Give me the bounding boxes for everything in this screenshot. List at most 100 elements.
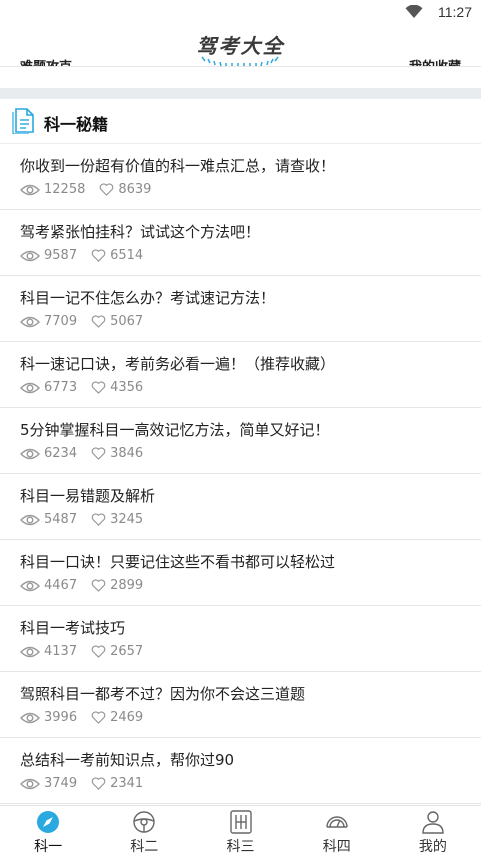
view-count: 12258 [44,182,86,197]
view-count-icon [20,250,40,261]
tab-1[interactable]: 科一 [0,806,96,856]
compass-icon [37,811,60,833]
like-count-icon [91,381,106,394]
like-count: 2899 [110,578,144,593]
article-row[interactable]: 科目一易错题及解析 5487 3245 [0,474,481,540]
like-count-icon [91,249,106,262]
likes-group: 3245 [91,512,143,527]
section-header: 科一秘籍 [0,99,481,144]
clock-time: 11:27 [438,4,472,20]
like-count: 8639 [118,182,152,197]
article-stats: 7709 5067 [20,314,143,329]
tab-5[interactable]: 我的 [385,806,481,856]
wifi-icon [405,5,423,18]
article-row[interactable]: 总结科一考前知识点，帮你过90 3749 2341 [0,738,481,804]
likes-group: 3846 [91,446,143,461]
app-header: 驾考大全 难题攻克 我的收藏 [0,26,481,67]
like-count-icon [91,315,106,328]
article-row[interactable]: 5分钟掌握科目一高效记忆方法，简单又好记！ 6234 3846 [0,408,481,474]
view-count-icon [20,316,40,327]
article-list: 你收到一份超有价值的科一难点汇总，请查收！ 12258 8639 驾考紧张怕挂科？试试… [0,144,481,804]
article-title[interactable]: 科目一考试技巧 [20,617,125,638]
article-row[interactable]: 驾考紧张怕挂科？试试这个方法吧！ 9587 6514 [0,210,481,276]
view-count: 5487 [44,512,78,527]
like-count-icon [91,711,106,724]
article-stats: 12258 8639 [20,182,151,197]
article-stats: 5487 3245 [20,512,143,527]
like-count-icon [100,183,114,196]
article-row[interactable]: 科目一记不住怎么办？考试速记方法！ 7709 5067 [0,276,481,342]
likes-group: 2899 [91,578,143,593]
likes-group: 5067 [91,314,143,329]
article-title[interactable]: 科一速记口诀，考前务必看一遍！（推荐收藏） [20,353,335,374]
view-count-icon [20,184,40,195]
article-title[interactable]: 科目一易错题及解析 [20,485,155,506]
speedometer-icon [326,816,348,828]
article-stats: 6773 4356 [20,380,143,395]
article-row[interactable]: 科目一考试技巧 4137 2657 [0,606,481,672]
article-row[interactable]: 科一速记口诀，考前务必看一遍！（推荐收藏） 6773 4356 [0,342,481,408]
likes-group: 8639 [99,182,151,197]
tab-label: 科三 [226,839,255,855]
like-count: 5067 [110,314,144,329]
view-count-icon [20,646,40,657]
article-title[interactable]: 驾考紧张怕挂科？试试这个方法吧！ [20,221,260,242]
like-count: 3245 [110,512,144,527]
likes-group: 6514 [91,248,143,263]
views-group: 12258 [20,182,85,197]
views-group: 5487 [20,512,77,527]
article-title[interactable]: 5分钟掌握科目一高效记忆方法，简单又好记！ [20,419,330,440]
article-stats: 9587 6514 [20,248,143,263]
view-count: 9587 [44,248,78,263]
tab-label: 科四 [322,839,351,855]
article-title[interactable]: 你收到一份超有价值的科一难点汇总，请查收！ [20,155,335,176]
view-count: 7709 [44,314,78,329]
section-divider-band [0,88,481,99]
likes-group: 2341 [91,776,143,791]
my-favorites-link[interactable]: 我的收藏 [409,56,461,66]
likes-group: 2469 [91,710,143,725]
article-title[interactable]: 科目一记不住怎么办？考试速记方法！ [20,287,275,308]
like-count-icon [91,579,106,592]
view-count-icon [20,778,40,789]
article-stats: 4467 2899 [20,578,143,593]
like-count: 4356 [110,380,144,395]
status-bar: 11:27 [0,0,481,26]
views-group: 4467 [20,578,77,593]
like-count: 6514 [110,248,144,263]
bottom-tab-bar: 科一 科二 科三 科四 我的 [0,805,481,856]
view-count: 3749 [44,776,78,791]
gear-shift-icon [229,810,252,834]
like-count-icon [91,645,106,658]
article-title[interactable]: 驾照科目一都考不过？因为你不会这三道题 [20,683,305,704]
section-title: 科一秘籍 [44,115,109,134]
views-group: 6234 [20,446,77,461]
app-title: 驾考大全 [196,34,285,58]
article-title[interactable]: 总结科一考前知识点，帮你过90 [20,749,234,770]
article-row[interactable]: 科目一口诀！只要记住这些不看书都可以轻松过 4467 2899 [0,540,481,606]
view-count: 4137 [44,644,78,659]
views-group: 4137 [20,644,77,659]
likes-group: 2657 [91,644,143,659]
tab-label: 我的 [418,839,447,855]
views-group: 7709 [20,314,77,329]
view-count-icon [20,514,40,525]
article-title[interactable]: 科目一口诀！只要记住这些不看书都可以轻松过 [20,551,335,572]
tab-label: 科二 [130,839,159,855]
document-icon [12,108,34,134]
article-stats: 6234 3846 [20,446,143,461]
tab-2[interactable]: 科二 [96,806,192,856]
tab-label: 科一 [34,839,63,855]
view-count: 4467 [44,578,78,593]
difficult-questions-link[interactable]: 难题攻克 [20,56,72,66]
user-icon [422,811,444,834]
article-row[interactable]: 你收到一份超有价值的科一难点汇总，请查收！ 12258 8639 [0,144,481,210]
tab-4[interactable]: 科四 [289,806,385,856]
like-count: 2469 [110,710,144,725]
article-row[interactable]: 驾照科目一都考不过？因为你不会这三道题 3996 2469 [0,672,481,738]
views-group: 6773 [20,380,77,395]
view-count-icon [20,712,40,723]
like-count-icon [91,447,106,460]
tab-3[interactable]: 科三 [192,806,288,856]
likes-group: 4356 [91,380,143,395]
